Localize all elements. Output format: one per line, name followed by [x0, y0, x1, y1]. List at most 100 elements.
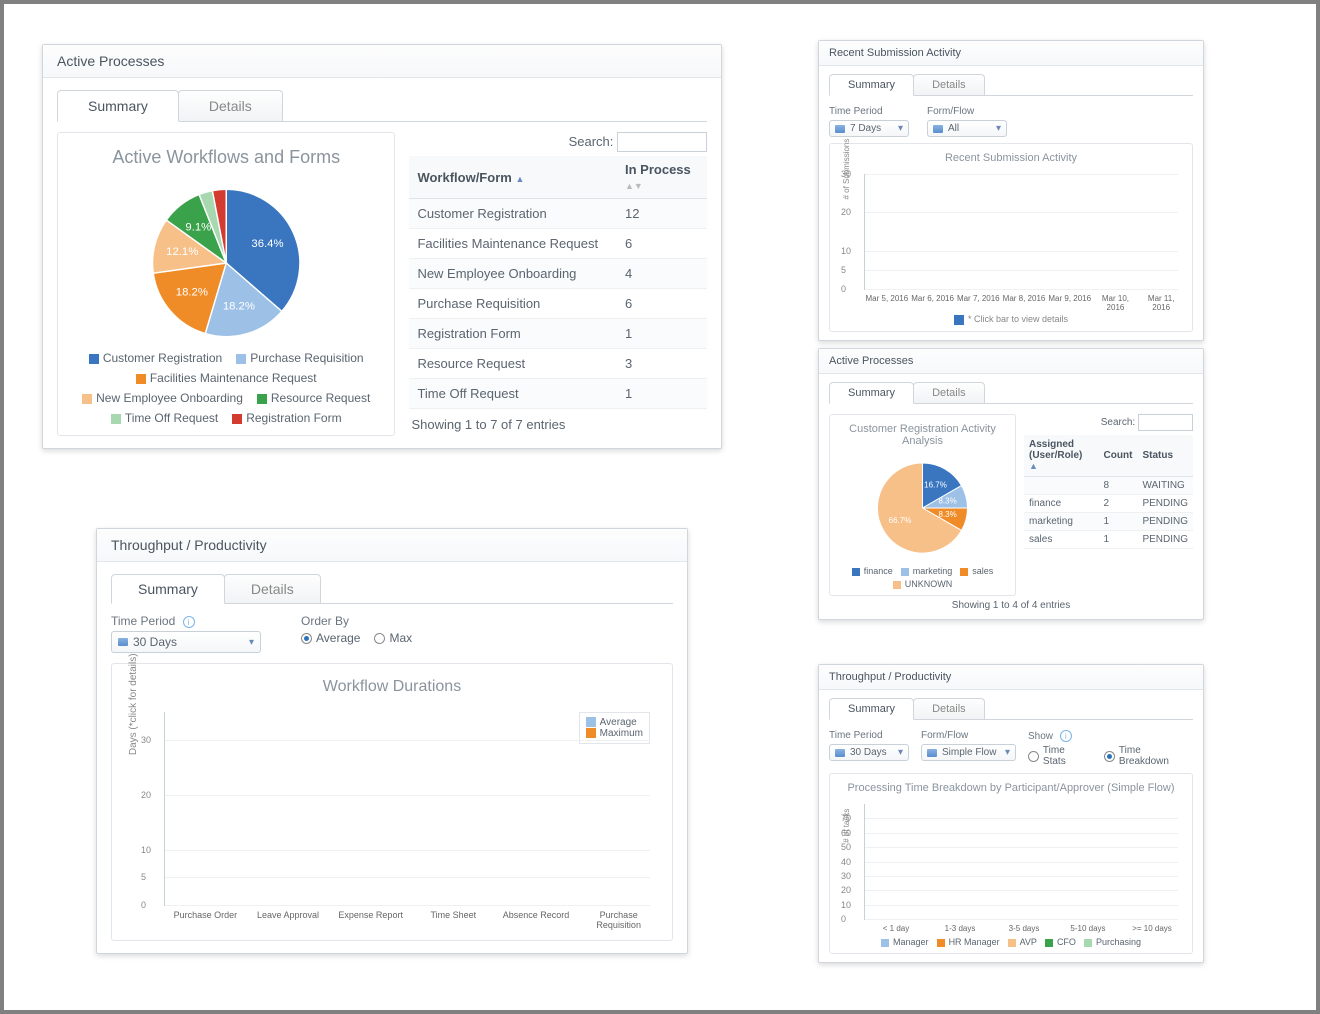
- tab-details[interactable]: Details: [913, 382, 985, 403]
- time-period-select[interactable]: 30 Days: [111, 631, 261, 653]
- panel-title: Throughput / Productivity: [819, 665, 1203, 690]
- col-status[interactable]: Status: [1137, 435, 1193, 477]
- orderby-label: Order By: [301, 614, 412, 628]
- tabs: Summary Details: [111, 574, 673, 604]
- bar-title: Processing Time Breakdown by Participant…: [838, 782, 1184, 794]
- time-period-label: Time Period i: [111, 614, 261, 628]
- info-icon[interactable]: i: [1060, 730, 1072, 742]
- panel-title: Throughput / Productivity: [97, 529, 687, 562]
- table-card: Search: Assigned (User/Role) ▲ Count Sta…: [1024, 414, 1193, 596]
- table-row[interactable]: marketing1PENDING: [1024, 513, 1193, 531]
- pie-chart[interactable]: 36.4% 18.2% 18.2% 12.1% 9.1%: [70, 178, 382, 348]
- tab-summary[interactable]: Summary: [111, 574, 225, 604]
- panel-title: Active Processes: [43, 45, 721, 78]
- tab-details[interactable]: Details: [913, 698, 985, 719]
- panel-throughput: Throughput / Productivity Summary Detail…: [96, 528, 688, 954]
- formflow-select[interactable]: All: [927, 120, 1007, 137]
- svg-text:8.3%: 8.3%: [939, 510, 957, 519]
- xticks: Purchase OrderLeave ApprovalExpense Repo…: [124, 910, 660, 930]
- table-row[interactable]: Customer Registration12: [409, 199, 707, 229]
- tabs: Summary Details: [829, 74, 1193, 96]
- time-period-label: Time Period: [829, 730, 909, 741]
- tab-summary[interactable]: Summary: [829, 382, 914, 404]
- time-period-select[interactable]: 30 Days: [829, 744, 909, 761]
- data-table: Assigned (User/Role) ▲ Count Status 8WAI…: [1024, 435, 1193, 549]
- tabs: Summary Details: [57, 90, 707, 122]
- footnote: * Click bar to view details: [968, 314, 1068, 324]
- data-table: Workflow/Form ▲ In Process ▲▼ Customer R…: [409, 156, 707, 409]
- table-row[interactable]: Purchase Requisition6: [409, 289, 707, 319]
- col-inprocess[interactable]: In Process ▲▼: [617, 156, 707, 199]
- pie-title: Customer Registration Activity Analysis: [838, 423, 1007, 447]
- table-card: Search: Workflow/Form ▲ In Process ▲▼ Cu…: [409, 132, 707, 436]
- bar-chart[interactable]: # of Submissions 05102030: [838, 170, 1184, 290]
- table-row[interactable]: Time Off Request1: [409, 379, 707, 409]
- time-period-select[interactable]: 7 Days: [829, 120, 909, 137]
- table-row[interactable]: Facilities Maintenance Request6: [409, 229, 707, 259]
- bar-chart[interactable]: Days (*click for details) Average Maximu…: [124, 706, 660, 906]
- radio-on-icon: [301, 633, 312, 644]
- tab-summary[interactable]: Summary: [57, 90, 179, 122]
- xticks: Mar 5, 2016Mar 6, 2016Mar 7, 2016Mar 8, …: [838, 294, 1184, 312]
- tab-details[interactable]: Details: [913, 74, 985, 95]
- pie-legend: financemarketingsalesUNKNOWN: [838, 566, 1007, 589]
- table-row[interactable]: Resource Request3: [409, 349, 707, 379]
- panel-active-processes: Active Processes Summary Details Active …: [42, 44, 722, 449]
- radio-timebreakdown[interactable]: Time Breakdown: [1104, 745, 1193, 767]
- pie-legend: Customer RegistrationPurchase Requisitio…: [70, 351, 382, 425]
- panel-title: Recent Submission Activity: [819, 41, 1203, 66]
- footnote-swatch-icon: [954, 315, 964, 325]
- svg-text:8.3%: 8.3%: [939, 496, 957, 505]
- col-assigned[interactable]: Assigned (User/Role) ▲: [1024, 435, 1099, 477]
- tabs: Summary Details: [829, 382, 1193, 404]
- search-label: Search:: [1101, 417, 1135, 428]
- sort-asc-icon: ▲: [515, 174, 524, 184]
- bar-legend: ManagerHR ManagerAVPCFOPurchasing: [838, 937, 1184, 947]
- radio-on-icon: [1104, 751, 1115, 762]
- table-row[interactable]: New Employee Onboarding4: [409, 259, 707, 289]
- svg-text:18.2%: 18.2%: [223, 301, 255, 313]
- formflow-select[interactable]: Simple Flow: [921, 744, 1016, 761]
- sort-icon: ▲▼: [625, 181, 643, 191]
- panel-active-processes-detail: Active Processes Summary Details Custome…: [818, 348, 1204, 620]
- svg-text:66.7%: 66.7%: [889, 516, 912, 525]
- panel-title: Active Processes: [819, 349, 1203, 374]
- tab-summary[interactable]: Summary: [829, 74, 914, 96]
- pie-card: Customer Registration Activity Analysis …: [829, 414, 1016, 596]
- table-row[interactable]: Registration Form1: [409, 319, 707, 349]
- col-workflow[interactable]: Workflow/Form ▲: [409, 156, 617, 199]
- tab-summary[interactable]: Summary: [829, 698, 914, 720]
- tab-details[interactable]: Details: [224, 574, 321, 603]
- pie-card: Active Workflows and Forms 36.4% 18.2% 18.…: [57, 132, 395, 436]
- radio-off-icon: [1028, 751, 1039, 762]
- svg-text:36.4%: 36.4%: [251, 238, 283, 250]
- col-count[interactable]: Count: [1099, 435, 1138, 477]
- svg-text:12.1%: 12.1%: [166, 246, 198, 258]
- info-icon[interactable]: i: [183, 616, 195, 628]
- stage: Active Processes Summary Details Active …: [0, 0, 1320, 1014]
- time-period-label: Time Period: [829, 106, 909, 117]
- tabs: Summary Details: [829, 698, 1193, 720]
- radio-average[interactable]: Average: [301, 631, 360, 645]
- search-input[interactable]: [1138, 414, 1193, 431]
- pie-chart[interactable]: 16.7% 8.3% 8.3% 66.7%: [838, 453, 1007, 563]
- bar-card: Workflow Durations Days (*click for deta…: [111, 663, 673, 941]
- table-row[interactable]: 8WAITING: [1024, 477, 1193, 495]
- tab-details[interactable]: Details: [178, 90, 283, 121]
- svg-text:18.2%: 18.2%: [176, 287, 208, 299]
- radio-timestats[interactable]: Time Stats: [1028, 745, 1090, 767]
- bar-chart[interactable]: # of tasks 010203040506070: [838, 800, 1184, 920]
- pie-title: Active Workflows and Forms: [70, 147, 382, 168]
- ylabel: Days (*click for details): [128, 653, 139, 755]
- search-input[interactable]: [617, 132, 707, 152]
- radio-max[interactable]: Max: [374, 631, 412, 645]
- search-label: Search:: [569, 134, 614, 149]
- svg-text:9.1%: 9.1%: [185, 221, 211, 233]
- entries-info: Showing 1 to 7 of 7 entries: [409, 409, 707, 432]
- table-row[interactable]: sales1PENDING: [1024, 531, 1193, 549]
- show-label: Show i: [1028, 730, 1193, 742]
- entries-info: Showing 1 to 4 of 4 entries: [829, 596, 1193, 611]
- bar-title: Workflow Durations: [124, 678, 660, 696]
- table-row[interactable]: finance2PENDING: [1024, 495, 1193, 513]
- svg-text:16.7%: 16.7%: [924, 481, 947, 490]
